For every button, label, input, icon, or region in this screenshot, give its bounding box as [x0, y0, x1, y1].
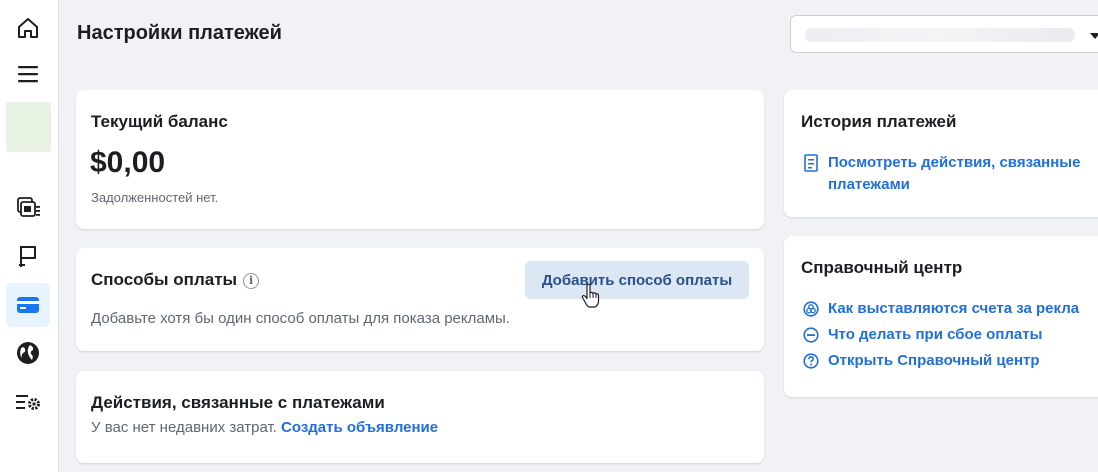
minus-circle-icon	[802, 324, 820, 346]
payment-activity-title: Действия, связанные с платежами	[91, 393, 385, 412]
help-center-card: Справочный центр Как выставляются счета …	[784, 236, 1098, 397]
ads-stack-icon	[17, 197, 40, 217]
payment-activity-row: У вас нет недавних затрат. Создать объяв…	[91, 419, 438, 436]
payment-methods-card: Способы оплаты i Добавить способ оплаты Д…	[76, 248, 764, 351]
hand-cursor-icon	[581, 283, 600, 308]
hamburger-menu-icon	[18, 66, 38, 83]
nav-menu-button[interactable]	[6, 52, 50, 96]
page-title: Настройки платежей	[77, 22, 282, 44]
view-payment-activity-link[interactable]: Посмотреть действия, связанные платежами	[802, 152, 1080, 196]
payment-methods-title: Способы оплаты	[91, 270, 238, 289]
question-circle-icon	[802, 350, 820, 372]
help-link-open-help-center[interactable]: Открыть Справочный центр	[802, 350, 1040, 372]
help-link-billing[interactable]: Как выставляются счета за рекла	[802, 298, 1079, 320]
nav-pages-button[interactable]	[6, 234, 50, 278]
flag-icon	[19, 246, 36, 267]
home-icon	[18, 18, 38, 38]
help-center-title: Справочный центр	[801, 258, 963, 277]
create-ad-link[interactable]: Создать объявление	[281, 419, 438, 436]
globe-icon	[17, 342, 39, 364]
nav-settings-button[interactable]	[6, 381, 50, 425]
balance-card: Текущий баланс $0,00 Задолженностей нет.	[76, 90, 764, 229]
receipt-icon	[802, 152, 820, 174]
view-payment-activity-line2: платежами	[828, 176, 910, 193]
nav-billing-button[interactable]	[6, 283, 50, 327]
add-payment-method-button[interactable]: Добавить способ оплаты	[525, 261, 749, 299]
balance-amount: $0,00	[90, 146, 166, 179]
help-link-payment-failure-label: Что делать при сбое оплаты	[828, 326, 1043, 343]
balance-title: Текущий баланс	[91, 112, 228, 131]
balance-note: Задолженностей нет.	[91, 190, 219, 205]
payment-history-title: История платежей	[801, 112, 957, 131]
help-link-payment-failure[interactable]: Что делать при сбое оплаты	[802, 324, 1042, 346]
info-icon[interactable]: i	[243, 272, 260, 289]
payment-methods-title-row: Способы оплаты i	[91, 270, 260, 290]
left-nav-sidebar	[0, 0, 59, 472]
settings-list-icon	[16, 395, 40, 410]
nav-global-button[interactable]	[6, 331, 50, 375]
billing-circle-icon	[802, 298, 820, 320]
account-avatar[interactable]	[6, 102, 51, 152]
account-selector-dropdown[interactable]	[790, 15, 1098, 53]
payment-history-card: История платежей Посмотреть действия, св…	[784, 90, 1098, 217]
account-name-blurred	[805, 28, 1075, 42]
nav-home-button[interactable]	[6, 6, 50, 50]
chevron-down-icon	[1090, 33, 1098, 39]
view-payment-activity-line1: Посмотреть действия, связанные	[828, 154, 1081, 171]
payment-activity-card: Действия, связанные с платежами У вас не…	[76, 371, 764, 463]
nav-ads-button[interactable]	[6, 186, 50, 230]
help-link-billing-label: Как выставляются счета за рекла	[828, 300, 1080, 317]
help-link-open-help-center-label: Открыть Справочный центр	[828, 352, 1040, 369]
credit-card-icon	[17, 297, 39, 313]
payment-methods-description: Добавьте хотя бы один способ оплаты для …	[91, 310, 510, 327]
payment-activity-text: У вас нет недавних затрат.	[91, 419, 277, 436]
